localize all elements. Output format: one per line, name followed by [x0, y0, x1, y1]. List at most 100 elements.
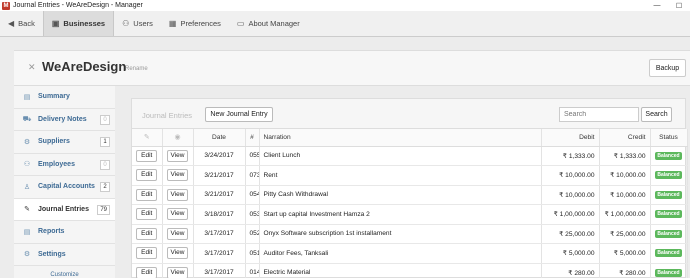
sidebar-item-capital-accounts[interactable]: ♙ Capital Accounts 2: [14, 176, 115, 199]
status-badge: Balanced: [655, 229, 682, 238]
summary-icon: ▤: [23, 93, 31, 101]
edit-button[interactable]: Edit: [136, 247, 158, 260]
count-badge: 0: [100, 159, 110, 170]
sidebar-item-label: Suppliers: [38, 138, 70, 146]
row-date: 3/17/2017: [193, 224, 246, 244]
edit-column-header: ✎: [132, 129, 163, 147]
business-name: WeAreDesign: [42, 59, 127, 74]
count-badge: 2: [100, 182, 110, 192]
view-button[interactable]: View: [167, 169, 188, 182]
new-journal-entry-button[interactable]: New Journal Entry: [205, 107, 273, 122]
table-header-row: ✎ ◉ Date # Narration Debit Credit Status: [132, 129, 688, 147]
date-column-header[interactable]: Date: [193, 129, 246, 147]
sidebar: ▤ Summary ⛟ Delivery Notes 0 ⚙ Suppliers…: [14, 86, 115, 278]
row-credit: ₹ 10,000.00: [599, 185, 651, 205]
employees-icon: ⚇: [23, 161, 31, 169]
row-credit: ₹ 1,00,000.00: [599, 204, 651, 225]
edit-icon: ✎: [143, 134, 150, 142]
status-badge: Balanced: [655, 210, 682, 219]
search-button[interactable]: Search: [641, 107, 672, 122]
row-debit: ₹ 10,000.00: [541, 185, 600, 205]
view-button[interactable]: View: [167, 266, 188, 278]
back-label: Back: [18, 19, 35, 28]
section-title: Journal Entries: [142, 111, 193, 120]
table-row: Edit View 3/17/2017 051 Auditor Fees, Ta…: [132, 243, 688, 264]
sidebar-item-reports[interactable]: ▤ Reports: [14, 221, 115, 244]
edit-button[interactable]: Edit: [136, 227, 158, 240]
customize-link[interactable]: Customize: [14, 272, 115, 278]
table-body: Edit View 3/24/2017 055 Client Lunch ₹ 1…: [132, 146, 688, 278]
row-date: 3/17/2017: [193, 243, 246, 264]
app-logo: M: [2, 1, 10, 10]
sidebar-item-journal-entries[interactable]: ✎ Journal Entries 79: [14, 198, 115, 221]
row-narration: Onyx Software subscription 1st installam…: [259, 224, 542, 244]
status-badge: Balanced: [655, 249, 682, 258]
debit-column-header[interactable]: Debit: [541, 129, 600, 147]
row-date: 3/24/2017: [193, 146, 246, 166]
row-debit: ₹ 280.00: [541, 263, 600, 278]
rename-link[interactable]: Rename: [125, 66, 148, 72]
tab-about-manager[interactable]: ▭ About Manager: [229, 11, 308, 36]
sidebar-item-delivery-notes[interactable]: ⛟ Delivery Notes 0: [14, 108, 115, 131]
row-narration: Pitty Cash Withdrawal: [259, 185, 542, 205]
title-bar: M Journal Entries - WeAreDesign - Manage…: [0, 0, 690, 11]
row-narration: Client Lunch: [259, 146, 542, 166]
row-date: 3/21/2017: [193, 185, 246, 205]
count-badge: 79: [97, 204, 110, 215]
preferences-icon: ▦: [168, 19, 177, 28]
window-controls: — ☐: [646, 0, 690, 11]
number-column-header[interactable]: #: [245, 129, 260, 147]
row-number: 052: [245, 224, 260, 244]
close-icon[interactable]: ✕: [28, 62, 36, 73]
edit-button[interactable]: Edit: [136, 169, 158, 182]
tab-businesses[interactable]: ▣ Businesses: [42, 11, 115, 36]
back-button[interactable]: ◀ Back: [0, 11, 43, 36]
sidebar-item-label: Employees: [38, 160, 75, 168]
edit-button[interactable]: Edit: [136, 188, 158, 201]
row-number: 014: [245, 263, 260, 278]
sidebar-item-summary[interactable]: ▤ Summary: [14, 86, 115, 109]
backup-button[interactable]: Backup: [649, 59, 686, 77]
row-credit: ₹ 25,000.00: [599, 224, 651, 244]
table-row: Edit View 3/21/2017 054 Pitty Cash Withd…: [132, 185, 688, 205]
edit-button[interactable]: Edit: [136, 149, 158, 162]
table-row: Edit View 3/24/2017 055 Client Lunch ₹ 1…: [132, 146, 688, 166]
minimize-icon[interactable]: —: [646, 0, 668, 11]
view-button[interactable]: View: [167, 149, 188, 162]
status-column-header[interactable]: Status: [650, 129, 688, 147]
chevron-left-icon: ◀: [8, 19, 15, 28]
edit-button[interactable]: Edit: [136, 208, 158, 221]
row-credit: ₹ 280.00: [599, 263, 651, 278]
person-icon: ♙: [23, 183, 31, 191]
row-date: 3/18/2017: [193, 204, 246, 225]
tab-users[interactable]: ⚇ Users: [114, 11, 161, 36]
sidebar-item-suppliers[interactable]: ⚙ Suppliers 1: [14, 131, 115, 154]
maximize-icon[interactable]: ☐: [668, 0, 690, 11]
view-button[interactable]: View: [167, 208, 188, 221]
view-button[interactable]: View: [167, 188, 188, 201]
narration-column-header[interactable]: Narration: [259, 129, 542, 147]
status-badge: Balanced: [655, 268, 682, 277]
panel-toolbar: Journal Entries New Journal Entry Search: [132, 99, 685, 129]
row-debit: ₹ 5,000.00: [541, 243, 600, 264]
eye-icon: ◉: [174, 134, 181, 142]
table-row: Edit View 3/21/2017 073 Rent ₹ 10,000.00…: [132, 165, 688, 186]
search-input[interactable]: [559, 107, 639, 122]
view-button[interactable]: View: [167, 247, 188, 260]
row-credit: ₹ 1,333.00: [599, 146, 651, 166]
sidebar-item-settings[interactable]: ⚙ Settings: [14, 243, 115, 266]
edit-button[interactable]: Edit: [136, 266, 158, 278]
row-number: 073: [245, 165, 260, 186]
view-column-header: ◉: [162, 129, 194, 147]
sidebar-item-employees[interactable]: ⚇ Employees 0: [14, 153, 115, 176]
view-button[interactable]: View: [167, 227, 188, 240]
gear-icon: ⚙: [23, 251, 31, 259]
count-badge: 1: [100, 137, 110, 147]
tab-preferences[interactable]: ▦ Preferences: [161, 11, 229, 36]
credit-column-header[interactable]: Credit: [599, 129, 651, 147]
journal-table: ✎ ◉ Date # Narration Debit Credit Status…: [132, 129, 688, 278]
row-debit: ₹ 1,333.00: [541, 146, 600, 166]
sidebar-item-label: Reports: [38, 228, 65, 236]
reports-icon: ▤: [23, 228, 31, 236]
manager-icon: ▭: [236, 19, 245, 28]
